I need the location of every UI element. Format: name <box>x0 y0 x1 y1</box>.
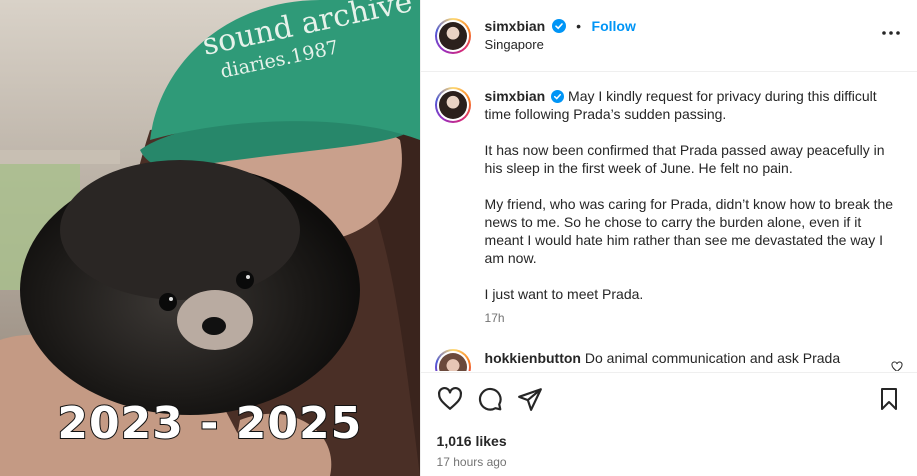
verified-badge-icon <box>551 90 565 103</box>
comment-item: hokkienbutton Do animal communication an… <box>434 349 903 371</box>
caption-author-avatar[interactable] <box>434 87 471 123</box>
post-header: simxbian • Follow Singapore <box>420 0 917 72</box>
verified-badge-icon <box>551 19 566 33</box>
likes-count[interactable]: 1,016 likes <box>437 433 901 449</box>
post-timestamp[interactable]: 17 hours ago <box>437 455 901 469</box>
caption-paragraph-3: My friend, who was caring for Prada, did… <box>484 196 894 266</box>
post-image[interactable]: sound archive diaries.1987 2023 - 2025 <box>0 0 420 476</box>
author-username[interactable]: simxbian <box>485 18 546 34</box>
like-heart-icon[interactable] <box>437 386 463 412</box>
post-location[interactable]: Singapore <box>485 36 636 54</box>
commenter-avatar[interactable] <box>434 349 471 371</box>
caption-paragraph-4: I just want to meet Prada. <box>484 286 644 302</box>
post-actions: 1,016 likes 17 hours ago <box>420 372 917 469</box>
comment-icon[interactable] <box>477 386 503 412</box>
separator-dot: • <box>576 18 582 34</box>
caption-text: simxbian May I kindly request for privac… <box>485 87 895 327</box>
image-overlay-text: 2023 - 2025 <box>56 397 363 450</box>
bookmark-icon[interactable] <box>877 386 901 412</box>
follow-button[interactable]: Follow <box>592 18 636 34</box>
comment-text: Do animal communication and ask Prada <box>584 350 841 366</box>
instagram-post: sound archive diaries.1987 2023 - 2025 s… <box>0 0 917 476</box>
post-details-panel: simxbian • Follow Singapore simxbian May… <box>419 0 917 476</box>
comments-section[interactable]: simxbian May I kindly request for privac… <box>421 73 917 371</box>
share-icon[interactable] <box>517 386 543 412</box>
commenter-username[interactable]: hokkienbutton <box>485 350 581 366</box>
more-options-icon[interactable] <box>879 21 903 51</box>
caption-row: simxbian May I kindly request for privac… <box>434 87 903 327</box>
author-avatar[interactable] <box>434 17 471 54</box>
caption-time[interactable]: 17h <box>485 309 895 327</box>
comment-like-heart-icon[interactable] <box>891 361 903 371</box>
caption-username[interactable]: simxbian <box>485 88 546 104</box>
caption-paragraph-2: It has now been confirmed that Prada pas… <box>484 142 885 176</box>
